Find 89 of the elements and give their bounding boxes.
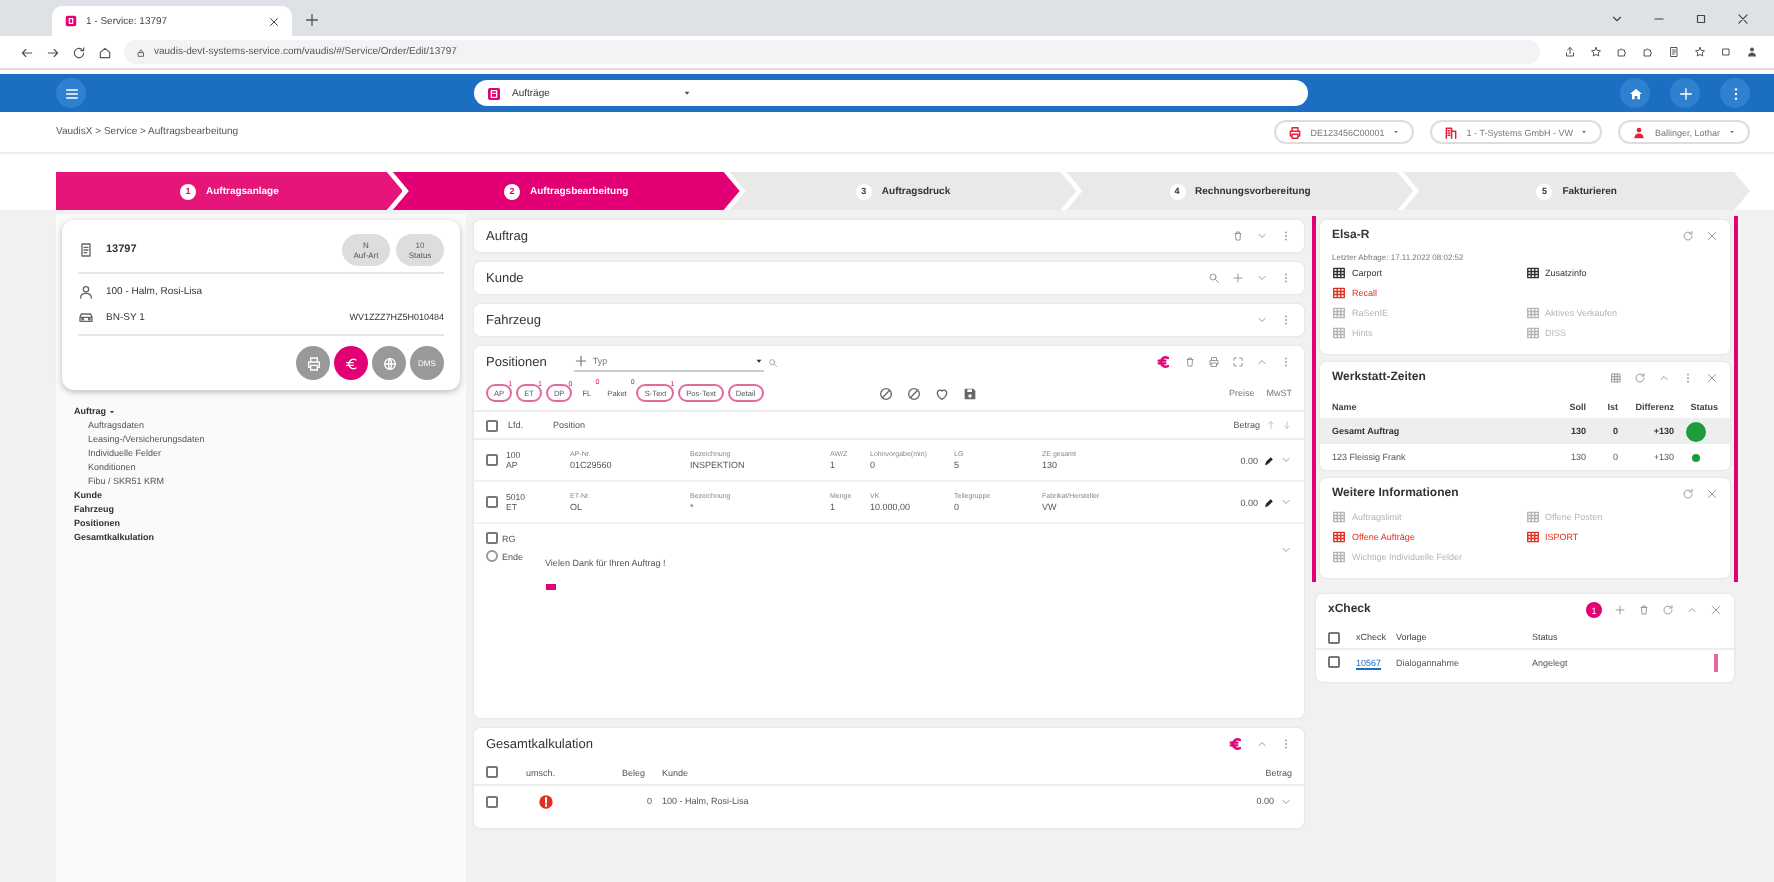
maximize-icon[interactable]	[1720, 46, 1732, 58]
globe-icon	[381, 355, 397, 371]
chevron-up-icon[interactable]	[1658, 372, 1670, 384]
plus-icon	[1677, 85, 1693, 101]
tile-grid-icon	[1332, 286, 1346, 300]
lock-icon	[136, 47, 146, 57]
checkbox[interactable]	[486, 766, 498, 778]
round-action-button[interactable]	[296, 346, 330, 380]
tile-grid-icon	[1525, 306, 1539, 320]
close-icon[interactable]	[1736, 12, 1750, 26]
trash-icon[interactable]	[1638, 604, 1650, 616]
chevron-up-icon[interactable]	[1256, 356, 1268, 368]
building-icon	[1444, 125, 1459, 139]
blocked-circle-icon[interactable]	[878, 385, 894, 401]
trash-icon[interactable]	[1184, 356, 1196, 368]
chevron-up-icon[interactable]	[1256, 738, 1268, 750]
tile-grid-icon	[1525, 510, 1539, 524]
blocked-circle-icon[interactable]	[906, 385, 922, 401]
refresh-icon[interactable]	[72, 45, 86, 59]
tile-grid-icon	[1332, 266, 1346, 280]
tile-grid-icon	[1332, 326, 1346, 340]
module-icon	[486, 85, 502, 101]
person-icon	[1632, 125, 1647, 139]
checkbox[interactable]	[486, 419, 498, 431]
plus-icon[interactable]	[1232, 272, 1244, 284]
minimize-icon[interactable]	[1652, 12, 1666, 26]
euro-icon[interactable]	[1228, 736, 1244, 752]
checkbox[interactable]	[1328, 656, 1340, 668]
add-button[interactable]	[1670, 78, 1700, 108]
back-arrow-icon[interactable]	[20, 45, 34, 59]
arrow-up-icon[interactable]	[1266, 420, 1276, 430]
person-icon	[78, 283, 94, 299]
home-icon[interactable]	[98, 45, 112, 59]
more-button[interactable]	[1720, 78, 1750, 108]
tile-grid-icon	[1525, 326, 1539, 340]
arrow-down-icon[interactable]	[1282, 420, 1292, 430]
printer-icon	[1288, 125, 1303, 139]
person-icon[interactable]	[1746, 46, 1758, 58]
tile-grid-icon	[1525, 530, 1539, 544]
menu-icon	[63, 85, 79, 101]
maximize-icon[interactable]	[1694, 12, 1708, 26]
home-icon	[1627, 85, 1643, 101]
tile-grid-icon	[1332, 550, 1346, 564]
plus-icon[interactable]	[304, 12, 320, 28]
search-icon[interactable]	[1208, 272, 1220, 284]
chevron-down-icon[interactable]	[1610, 12, 1624, 26]
pencil-icon[interactable]	[1264, 497, 1274, 507]
printer-icon[interactable]	[1208, 356, 1220, 368]
round-action-button[interactable]	[334, 346, 368, 380]
euro-icon	[343, 355, 359, 371]
document-icon	[78, 242, 94, 258]
search-icon[interactable]	[768, 357, 779, 367]
plus-icon	[574, 354, 589, 368]
euro-icon[interactable]	[1156, 354, 1172, 370]
heart-icon[interactable]	[934, 385, 950, 401]
tile-grid-icon	[1332, 530, 1346, 544]
round-action-button[interactable]	[372, 346, 406, 380]
menu-button[interactable]	[56, 78, 86, 108]
caret-down-icon	[682, 88, 692, 98]
trash-icon[interactable]	[1232, 230, 1244, 242]
checkbox[interactable]	[1328, 631, 1340, 643]
share-icon[interactable]	[1564, 46, 1576, 58]
tab-favicon-icon	[64, 14, 78, 28]
tile-grid-icon	[1332, 510, 1346, 524]
tile-grid-icon	[1525, 266, 1539, 280]
row-marker	[1714, 653, 1718, 671]
checkbox[interactable]	[486, 454, 498, 466]
forward-arrow-icon[interactable]	[46, 45, 60, 59]
color-marker	[545, 584, 556, 590]
home-button[interactable]	[1620, 78, 1650, 108]
car-icon	[78, 309, 94, 325]
star-icon[interactable]	[1694, 46, 1706, 58]
plus-icon[interactable]	[1614, 604, 1626, 616]
caret-down-icon	[754, 356, 765, 366]
pencil-icon[interactable]	[1264, 455, 1274, 465]
checkbox[interactable]	[486, 795, 498, 807]
star-icon[interactable]	[1590, 46, 1602, 58]
radio-button[interactable]	[486, 550, 498, 562]
chevron-up-icon[interactable]	[1686, 604, 1698, 616]
search-field[interactable]	[714, 80, 1308, 106]
fullscreen-icon[interactable]	[1232, 356, 1244, 368]
grid-icon[interactable]	[1610, 372, 1622, 384]
close-icon[interactable]	[268, 15, 280, 27]
document-icon[interactable]	[1668, 46, 1680, 58]
checkbox[interactable]	[486, 532, 498, 544]
printer-icon	[305, 355, 321, 371]
checkbox[interactable]	[486, 496, 498, 508]
save-icon[interactable]	[962, 385, 978, 401]
tile-grid-icon	[1332, 306, 1346, 320]
